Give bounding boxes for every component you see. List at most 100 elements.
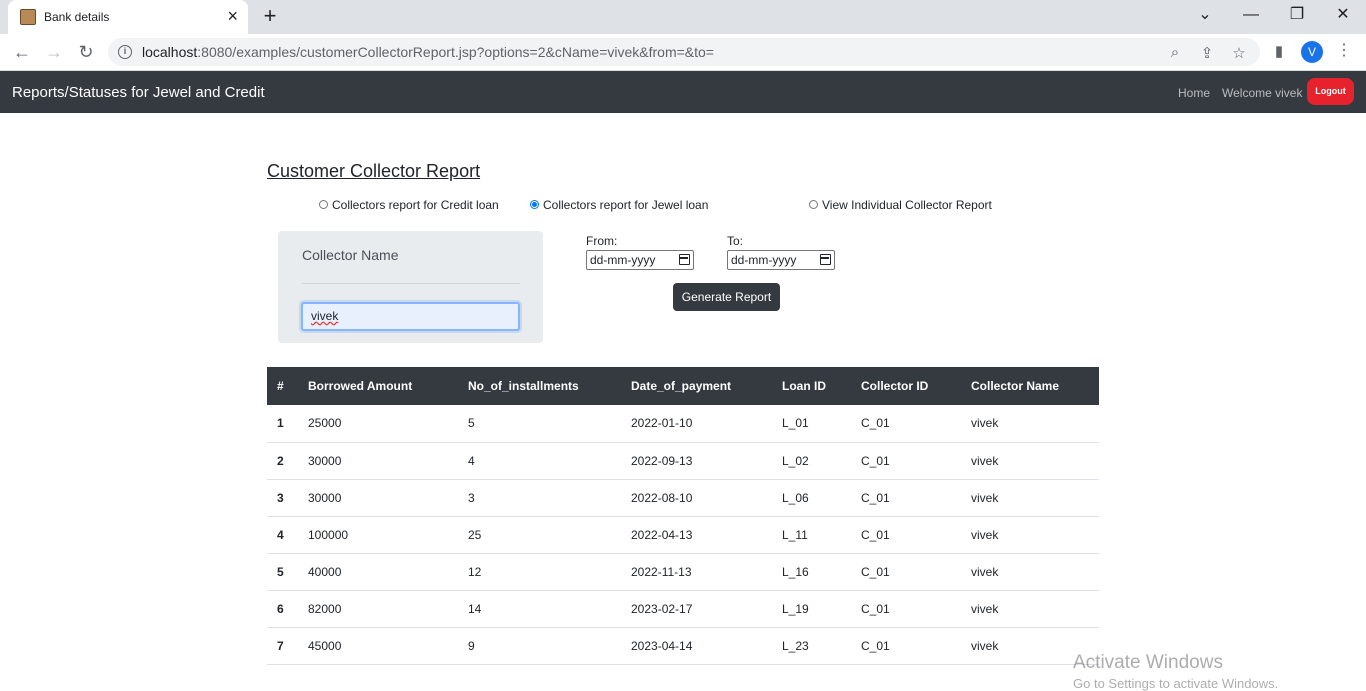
site-info-icon[interactable]: i: [118, 45, 132, 59]
table-row: 3 30000 3 2022-08-10 L_06 C_01 vivek: [267, 479, 1099, 517]
divider: [302, 283, 520, 284]
app-navbar: Reports/Statuses for Jewel and Credit Ho…: [0, 71, 1366, 113]
table-cell: 1: [267, 405, 308, 443]
activate-windows-subtitle: Go to Settings to activate Windows.: [1073, 676, 1279, 691]
table-cell: vivek: [971, 553, 1099, 591]
tab-search-chevron-icon[interactable]: ⌄: [1182, 4, 1228, 26]
table-cell: 2: [267, 442, 308, 480]
nav-welcome-text: Welcome vivek: [1222, 86, 1303, 100]
table-cell: L_02: [782, 442, 861, 480]
side-panel-icon[interactable]: ▮: [1270, 42, 1288, 60]
collector-name-card: Collector Name vivek: [278, 231, 543, 343]
forward-icon[interactable]: →: [42, 40, 66, 64]
table-cell: vivek: [971, 479, 1099, 517]
table-cell: C_01: [861, 553, 971, 591]
table-cell: 3: [267, 479, 308, 517]
table-cell: L_01: [782, 405, 861, 443]
table-cell: 30000: [308, 479, 468, 517]
table-cell: 5: [468, 405, 631, 443]
calendar-icon[interactable]: [679, 254, 690, 265]
generate-report-button[interactable]: Generate Report: [673, 283, 780, 311]
table-cell: 2023-02-17: [631, 590, 782, 628]
table-cell: 2022-01-10: [631, 405, 782, 443]
collector-name-label: Collector Name: [302, 247, 399, 263]
from-label: From:: [586, 234, 618, 248]
table-cell: 14: [468, 590, 631, 628]
from-date-input[interactable]: dd-mm-yyyy: [586, 250, 694, 270]
table-cell: 45000: [308, 627, 468, 665]
column-header: Loan ID: [782, 379, 826, 393]
table-row: 1 25000 5 2022-01-10 L_01 C_01 vivek: [267, 405, 1099, 443]
table-cell: L_16: [782, 553, 861, 591]
column-header: Collector Name: [971, 379, 1060, 393]
url-text[interactable]: localhost:8080/examples/customerCollecto…: [142, 44, 714, 60]
table-row: 2 30000 4 2022-09-13 L_02 C_01 vivek: [267, 442, 1099, 480]
table-cell: 25000: [308, 405, 468, 443]
reload-icon[interactable]: ↻: [74, 40, 98, 64]
radio-button[interactable]: [530, 200, 539, 209]
table-cell: vivek: [971, 590, 1099, 628]
browser-tab[interactable]: Bank details ×: [8, 0, 248, 34]
navbar-brand[interactable]: Reports/Statuses for Jewel and Credit: [12, 84, 265, 101]
browser-toolbar: ← → ↻ i localhost:8080/examples/customer…: [0, 34, 1366, 71]
restore-icon[interactable]: ❐: [1274, 4, 1320, 26]
profile-avatar[interactable]: V: [1301, 41, 1323, 63]
table-cell: 25: [468, 516, 631, 554]
table-cell: C_01: [861, 516, 971, 554]
table-cell: 30000: [308, 442, 468, 480]
table-row: 5 40000 12 2022-11-13 L_16 C_01 vivek: [267, 553, 1099, 591]
page-title: Customer Collector Report: [267, 161, 481, 181]
table-cell: 2022-04-13: [631, 516, 782, 554]
minimize-icon[interactable]: —: [1228, 4, 1274, 26]
table-row: 4 100000 25 2022-04-13 L_11 C_01 vivek: [267, 516, 1099, 554]
to-label: To:: [727, 234, 744, 248]
column-header: Collector ID: [861, 379, 929, 393]
tab-title: Bank details: [44, 10, 110, 24]
radio-button[interactable]: [809, 200, 818, 209]
table-cell: L_11: [782, 516, 861, 554]
favicon-icon: [20, 9, 36, 25]
radio-jewel-loan[interactable]: Collectors report for Jewel loan: [530, 198, 708, 212]
report-table: # Borrowed Amount No_of_installments Dat…: [267, 367, 1099, 665]
table-cell: vivek: [971, 405, 1099, 443]
table-cell: 2022-09-13: [631, 442, 782, 480]
radio-button[interactable]: [319, 200, 328, 209]
logout-button[interactable]: Logout: [1307, 78, 1354, 105]
table-cell: vivek: [971, 442, 1099, 480]
zoom-icon[interactable]: ⌕: [1166, 44, 1184, 61]
radio-credit-loan[interactable]: Collectors report for Credit loan: [319, 198, 499, 212]
column-header: #: [277, 379, 284, 393]
column-header: Date_of_payment: [631, 379, 732, 393]
collector-name-input[interactable]: vivek: [301, 302, 520, 331]
table-cell: C_01: [861, 590, 971, 628]
table-cell: 100000: [308, 516, 468, 554]
table-cell: 40000: [308, 553, 468, 591]
browser-tab-strip: Bank details × + ⌄ — ❐ ✕: [0, 0, 1366, 34]
bookmark-star-icon[interactable]: ☆: [1230, 44, 1248, 62]
close-window-icon[interactable]: ✕: [1320, 4, 1366, 26]
table-cell: 2022-08-10: [631, 479, 782, 517]
calendar-icon[interactable]: [820, 254, 831, 265]
table-cell: 2022-11-13: [631, 553, 782, 591]
table-row: 6 82000 14 2023-02-17 L_19 C_01 vivek: [267, 590, 1099, 628]
table-cell: 9: [468, 627, 631, 665]
new-tab-icon[interactable]: +: [258, 4, 282, 28]
nav-home-link[interactable]: Home: [1178, 86, 1210, 100]
table-row: 7 45000 9 2023-04-14 L_23 C_01 vivek: [267, 627, 1099, 665]
table-cell: 2023-04-14: [631, 627, 782, 665]
table-cell: L_23: [782, 627, 861, 665]
menu-kebab-icon[interactable]: ⋮: [1336, 40, 1352, 60]
share-icon[interactable]: ⇪: [1198, 44, 1216, 62]
to-date-input[interactable]: dd-mm-yyyy: [727, 250, 835, 270]
table-cell: L_06: [782, 479, 861, 517]
table-cell: 82000: [308, 590, 468, 628]
back-icon[interactable]: ←: [10, 40, 34, 64]
column-header: Borrowed Amount: [308, 379, 413, 393]
column-header: No_of_installments: [468, 379, 579, 393]
close-tab-icon[interactable]: ×: [227, 6, 238, 26]
table-cell: 4: [468, 442, 631, 480]
table-cell: 6: [267, 590, 308, 628]
activate-windows-title: Activate Windows: [1073, 652, 1223, 673]
address-bar[interactable]: i localhost:8080/examples/customerCollec…: [108, 38, 1260, 66]
radio-individual-collector[interactable]: View Individual Collector Report: [809, 198, 992, 212]
